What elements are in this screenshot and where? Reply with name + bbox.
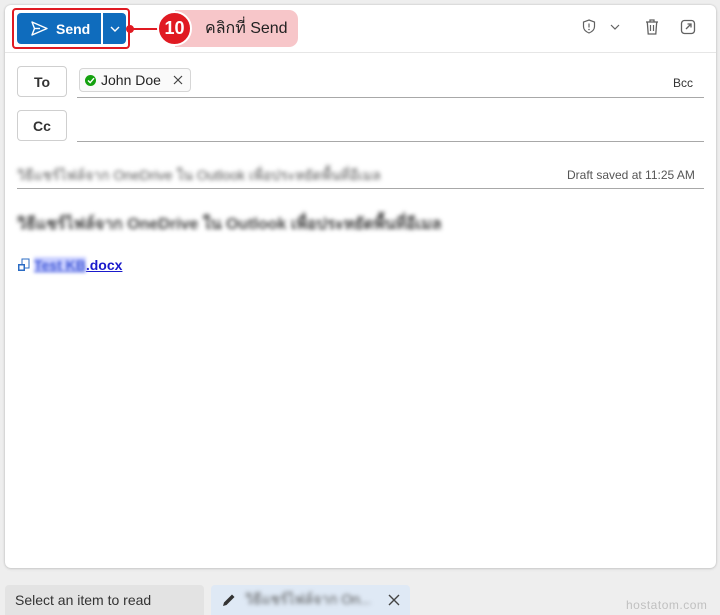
bcc-label: Bcc	[673, 76, 694, 90]
recipient-chip[interactable]: John Doe	[79, 68, 191, 92]
to-field-underline	[77, 97, 704, 98]
to-button-label: To	[33, 73, 51, 90]
callout-dot	[126, 25, 134, 33]
draft-tab-label: วิธีแชร์ไฟล์จาก On...	[245, 591, 370, 607]
callout-number-text: 10	[164, 18, 185, 38]
draft-status: Draft saved at 11:25 AM	[567, 168, 695, 182]
recipient-name: John Doe	[101, 72, 161, 88]
reading-pane-tab[interactable]: Select an item to read	[5, 585, 204, 615]
reading-pane-label: Select an item to read	[15, 592, 152, 608]
send-button-label: Send	[56, 20, 91, 37]
chevron-down-icon	[110, 26, 119, 32]
draft-status-text: Draft saved at 11:25 AM	[567, 168, 695, 182]
draft-tab[interactable]: วิธีแชร์ไฟล์จาก On...	[211, 585, 410, 615]
cc-field-underline	[77, 141, 704, 142]
close-draft-tab-button[interactable]	[388, 594, 400, 606]
compose-panel: Send คลิกที่ Send 10 To John Doe Bcc Cc …	[5, 5, 716, 568]
verified-icon	[85, 74, 96, 86]
send-icon	[31, 21, 48, 36]
subject-text: วิธีแชร์ไฟล์จาก OneDrive ใน Outlook เพื่…	[17, 167, 381, 183]
pencil-icon	[223, 594, 235, 606]
close-icon	[173, 75, 183, 85]
close-icon	[388, 594, 400, 606]
cc-input[interactable]	[77, 110, 704, 140]
subject-underline	[17, 188, 704, 189]
discard-button[interactable]	[644, 18, 660, 36]
watermark: hostatom.com	[626, 598, 707, 612]
callout-text: คลิกที่ Send	[205, 20, 288, 37]
cc-button[interactable]: Cc	[17, 110, 67, 141]
cc-button-label: Cc	[33, 117, 51, 134]
attachment-name: Test KB	[34, 257, 86, 273]
to-button[interactable]: To	[17, 66, 67, 97]
sensitivity-button[interactable]	[582, 19, 620, 34]
cloud-file-icon	[18, 258, 30, 271]
attachment-link[interactable]: Test KB .docx	[17, 257, 122, 273]
body-text: วิธีแชร์ไฟล์จาก OneDrive ใน Outlook เพื่…	[17, 216, 442, 233]
send-options-button[interactable]	[102, 13, 126, 44]
bcc-button[interactable]: Bcc	[673, 76, 693, 90]
compose-toolbar: Send คลิกที่ Send 10	[5, 5, 716, 53]
subject-input[interactable]: วิธีแชร์ไฟล์จาก OneDrive ใน Outlook เพื่…	[17, 165, 557, 187]
shield-icon	[582, 19, 596, 34]
pop-out-icon	[680, 19, 696, 35]
callout-step-number: 10	[157, 11, 192, 46]
attachment-extension: .docx	[85, 257, 123, 273]
callout-label: คลิกที่ Send	[175, 10, 298, 47]
chevron-down-icon	[610, 24, 620, 30]
remove-recipient-button[interactable]	[173, 75, 183, 85]
watermark-text: hostatom.com	[626, 598, 708, 612]
pop-out-button[interactable]	[680, 19, 696, 35]
trash-icon	[646, 19, 658, 35]
send-button[interactable]: Send	[17, 13, 101, 44]
